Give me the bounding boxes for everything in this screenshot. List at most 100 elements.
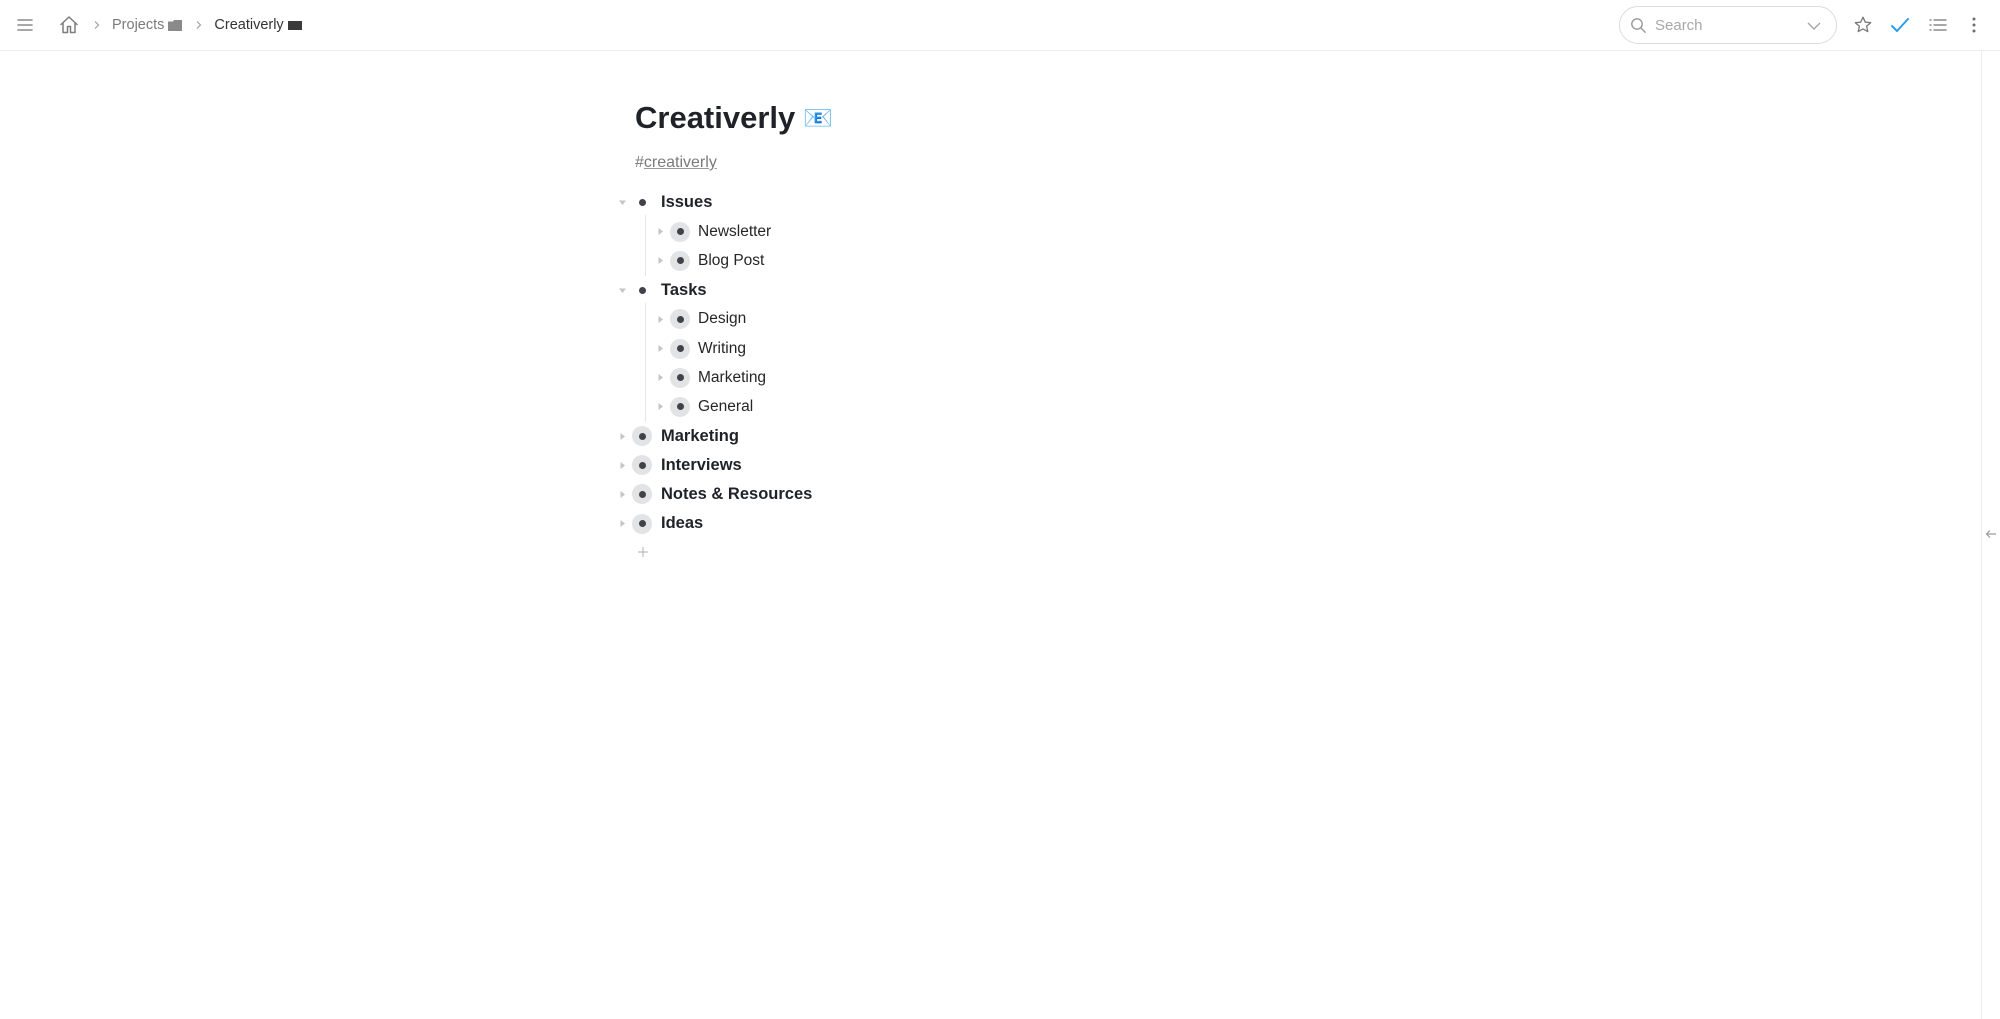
list-item: Marketing — [615, 422, 1515, 451]
sidebar-menu-button[interactable] — [14, 14, 36, 36]
search-icon — [1631, 17, 1646, 33]
bullet-icon[interactable] — [670, 338, 690, 359]
folder-icon — [287, 20, 302, 30]
bullet-dot — [638, 490, 646, 498]
bullet-icon[interactable] — [670, 367, 690, 388]
bullet-dot — [638, 432, 646, 440]
bullet-dot — [638, 199, 646, 207]
list-item: Ideas — [615, 509, 1515, 538]
caret-right-icon[interactable] — [653, 312, 667, 326]
list-item: Issues — [615, 188, 1515, 217]
bullet-dot — [676, 228, 684, 236]
list-item: Writing — [615, 334, 1515, 363]
search-box[interactable] — [1619, 6, 1837, 44]
caret-right-icon[interactable] — [653, 254, 667, 268]
chevron-right-icon — [88, 16, 106, 34]
tag-line: #creativerly — [635, 154, 1535, 176]
item-label[interactable]: Tasks — [661, 281, 707, 300]
item-label[interactable]: Notes & Resources — [661, 485, 812, 504]
child-list: Newsletter Blog Post — [615, 215, 1515, 276]
chevron-down-icon[interactable] — [1806, 19, 1822, 33]
caret-right-icon[interactable] — [615, 517, 629, 531]
caret-right-icon[interactable] — [653, 371, 667, 385]
caret-right-icon[interactable] — [653, 400, 667, 414]
bullet-icon[interactable] — [670, 250, 690, 271]
page-title[interactable]: Creativerly 📧 — [635, 96, 1535, 140]
bullet-icon[interactable] — [632, 426, 652, 447]
item-label[interactable]: Design — [698, 310, 746, 328]
breadcrumb-label: Projects — [112, 17, 165, 33]
caret-right-icon[interactable] — [615, 458, 629, 472]
list-item: Notes & Resources — [615, 480, 1515, 509]
top-bar: Projects Creativerly — [0, 0, 2000, 51]
breadcrumb: Projects Creativerly — [88, 0, 310, 50]
bullet-dot — [676, 257, 684, 265]
list-item: Newsletter — [615, 217, 1515, 246]
chevron-right-icon — [190, 16, 208, 34]
list-item: Marketing — [615, 363, 1515, 392]
caret-right-icon[interactable] — [653, 225, 667, 239]
item-label[interactable]: Interviews — [661, 456, 742, 475]
item-label[interactable]: Ideas — [661, 514, 703, 533]
plus-icon — [638, 547, 648, 558]
tag-link[interactable]: creativerly — [644, 154, 717, 171]
item-label[interactable]: Issues — [661, 193, 712, 212]
outline-tree: Issues Newsletter Blog Post Tasks Design Writ… — [615, 188, 1515, 567]
caret-right-icon[interactable] — [615, 487, 629, 501]
hamburger-menu-icon — [17, 19, 33, 31]
home-icon — [60, 16, 78, 34]
bullet-icon[interactable] — [632, 455, 652, 476]
list-item: General — [615, 392, 1515, 421]
star-icon — [1854, 16, 1872, 33]
more-options-button[interactable] — [1962, 13, 1986, 37]
list-item: Blog Post — [615, 246, 1515, 275]
list-item: Interviews — [615, 451, 1515, 480]
caret-down-icon[interactable] — [615, 196, 629, 210]
list-item: Design — [615, 305, 1515, 334]
bullet-icon[interactable] — [670, 309, 690, 330]
search-input[interactable] — [1655, 16, 1795, 34]
caret-right-icon[interactable] — [615, 429, 629, 443]
check-icon — [1891, 18, 1909, 32]
bullet-dot — [676, 315, 684, 323]
caret-right-icon[interactable] — [653, 342, 667, 356]
envelope-icon: 📧 — [803, 104, 834, 132]
item-label[interactable]: Marketing — [661, 427, 739, 446]
bullet-dot — [638, 520, 646, 528]
item-label[interactable]: Newsletter — [698, 223, 771, 241]
caret-down-icon[interactable] — [615, 283, 629, 297]
arrow-left-icon — [1985, 530, 1996, 538]
list-item: Tasks — [615, 276, 1515, 305]
bullet-dot — [638, 286, 646, 294]
bullet-icon[interactable] — [670, 396, 690, 417]
breadcrumb-label: Creativerly — [214, 17, 284, 33]
child-list: Design Writing Marketing General — [615, 302, 1515, 422]
outline-view-button[interactable] — [1926, 13, 1950, 37]
breadcrumb-projects[interactable]: Projects — [112, 17, 183, 33]
breadcrumb-creativerly[interactable]: Creativerly — [214, 17, 302, 33]
item-label[interactable]: Blog Post — [698, 252, 764, 270]
add-item-row — [615, 538, 1515, 567]
bullet-icon[interactable] — [632, 193, 652, 213]
page-title-text: Creativerly — [635, 100, 796, 135]
folder-icon — [168, 19, 183, 31]
item-label[interactable]: Marketing — [698, 369, 766, 387]
item-label[interactable]: Writing — [698, 340, 746, 358]
more-vertical-icon — [1972, 17, 1976, 33]
home-button[interactable] — [57, 13, 81, 37]
tag-hash: # — [635, 154, 644, 171]
bullet-icon[interactable] — [632, 484, 652, 505]
list-icon — [1929, 19, 1947, 31]
page-content: Creativerly 📧 #creativerly — [635, 96, 1535, 176]
complete-button[interactable] — [1888, 13, 1912, 37]
open-right-panel-button[interactable] — [1982, 526, 2000, 542]
add-item-button[interactable] — [635, 544, 651, 560]
bullet-dot — [676, 403, 684, 411]
bullet-icon[interactable] — [670, 221, 690, 242]
bullet-icon[interactable] — [632, 280, 652, 300]
bullet-dot — [638, 461, 646, 469]
bullet-dot — [676, 345, 684, 353]
bullet-icon[interactable] — [632, 513, 652, 534]
favorite-button[interactable] — [1851, 13, 1875, 37]
item-label[interactable]: General — [698, 398, 753, 416]
